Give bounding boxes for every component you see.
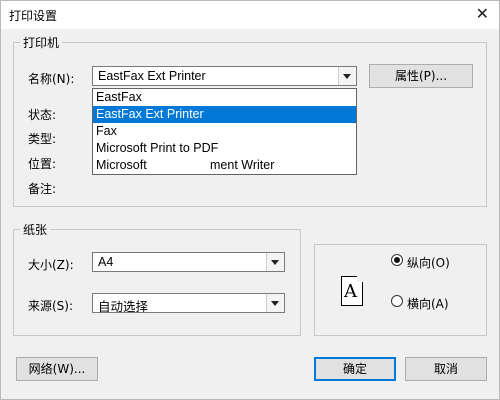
portrait-radio[interactable] [391, 254, 403, 266]
dropdown-option-eastfax-ext-printer[interactable]: EastFax Ext Printer [93, 106, 356, 123]
chevron-down-icon[interactable] [266, 253, 284, 271]
cancel-button[interactable]: 取消 [405, 357, 487, 381]
window-title: 打印设置 [9, 9, 58, 23]
option-label: Microsoft Print to PDF [96, 141, 219, 155]
paper-group-label: 纸张 [23, 223, 48, 237]
paper-source-value: 自动选择 [98, 300, 149, 314]
type-label: 类型: [28, 132, 57, 146]
paper-size-select[interactable]: A4 [92, 252, 285, 272]
dropdown-option-fax[interactable]: Fax [93, 123, 356, 140]
paper-group: 纸张 [13, 221, 301, 336]
paper-size-label: 大小(Z): [28, 258, 74, 272]
paper-source-label: 来源(S): [28, 299, 74, 313]
properties-button[interactable]: 属性(P)... [369, 64, 473, 88]
network-button[interactable]: 网络(W)... [16, 357, 98, 381]
chevron-down-icon[interactable] [266, 294, 284, 312]
option-label: Microsoft [96, 158, 147, 172]
option-label: Fax [96, 124, 117, 138]
dropdown-option-microsoft-document-writer[interactable]: Microsoft ment Writer [93, 157, 356, 174]
chevron-down-icon[interactable] [338, 67, 356, 85]
landscape-radio[interactable] [391, 295, 403, 307]
comment-label: 备注: [28, 182, 57, 196]
printer-name-label: 名称(N): [28, 72, 75, 86]
printer-group-label: 打印机 [23, 36, 60, 50]
ok-button[interactable]: 确定 [314, 357, 396, 381]
landscape-label[interactable]: 横向(A) [407, 295, 449, 312]
dropdown-option-eastfax[interactable]: EastFax [93, 89, 356, 106]
printer-dropdown-list[interactable]: EastFax EastFax Ext Printer Fax Microsof… [92, 88, 357, 175]
status-label: 状态: [28, 108, 57, 122]
orientation-letter: A [344, 281, 357, 302]
option-label: EastFax Ext Printer [96, 107, 204, 121]
title-bar: 打印设置 ✕ [1, 1, 499, 29]
printer-name-select[interactable]: EastFax Ext Printer [92, 66, 357, 86]
dropdown-option-microsoft-print-to-pdf[interactable]: Microsoft Print to PDF [93, 140, 356, 157]
close-icon[interactable]: ✕ [476, 4, 489, 23]
portrait-label[interactable]: 纵向(O) [407, 254, 450, 271]
paper-source-select[interactable]: 自动选择 [92, 293, 285, 314]
location-label: 位置: [28, 157, 57, 171]
print-setup-dialog: 打印设置 ✕ 打印机 名称(N): EastFax Ext Printer 属性… [0, 0, 500, 400]
option-label: EastFax [96, 90, 142, 104]
paper-size-value: A4 [98, 255, 114, 269]
option-label-tail: ment Writer [210, 158, 275, 172]
printer-name-value: EastFax Ext Printer [98, 69, 206, 83]
